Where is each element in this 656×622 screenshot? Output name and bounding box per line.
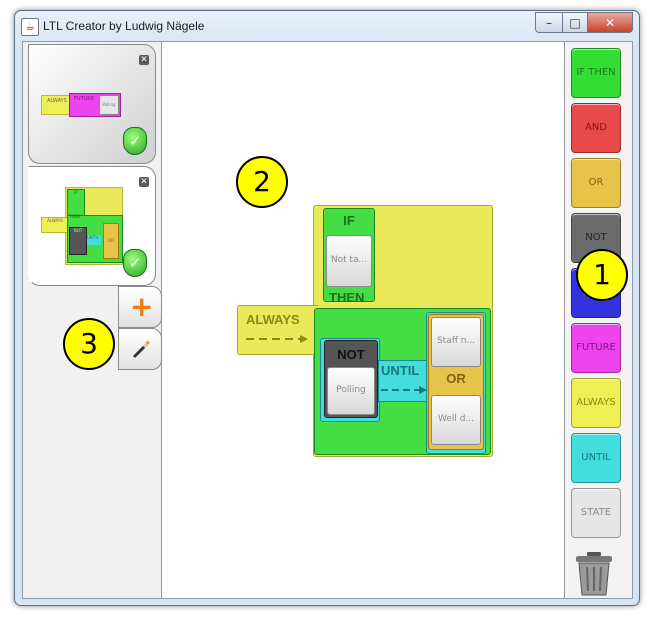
if-then-block[interactable]: IF Not ta... [323,208,375,302]
palette-and[interactable]: AND [571,103,621,153]
thumb-state: Polling [102,102,116,107]
thumb-future: FUTURE [74,96,94,102]
tab-close-icon[interactable]: ✕ [139,177,149,187]
always-label: ALWAYS [246,312,300,327]
title-bar: ☕ LTL Creator by Ludwig Nägele – □ ✕ [15,11,639,41]
magic-wand-icon: ✦ [132,339,152,359]
thumb-until: UNTIL [87,235,99,240]
formula-tab-1[interactable]: ✕ ALWAYS FUTURE Polling ✓ [28,44,156,164]
magic-wand-button[interactable]: ✦ [118,328,162,370]
thumb-not: NOT [73,228,83,233]
not-state-box[interactable]: Polling [327,367,375,415]
thumb-always: ALWAYS [47,98,67,104]
thumb-or: OR [108,238,114,243]
then-label: THEN [329,290,365,305]
plus-icon: + [130,290,154,323]
close-button[interactable]: ✕ [588,12,633,33]
formula-canvas[interactable]: ALWAYS IF Not ta... THEN NOT Polling UNT… [162,42,565,598]
thumb-then: THEN [69,214,80,219]
callout-2: 2 [236,156,288,208]
palette-always[interactable]: ALWAYS [571,378,621,428]
java-app-icon: ☕ [21,18,39,36]
window-title: LTL Creator by Ludwig Nägele [43,19,205,33]
callout-1: 1 [576,249,628,301]
minimize-button[interactable]: – [535,12,563,33]
operator-palette: IF THEN AND OR NOT NEXT FUTURE ALWAYS UN… [564,42,632,598]
thumb-always: ALWAYS [47,218,63,223]
thumb-if: IF [74,190,78,195]
palette-future[interactable]: FUTURE [571,323,621,373]
palette-state[interactable]: STATE [571,488,621,538]
or-inner: Staff n... OR Well d... [428,314,484,450]
or-state-box-1[interactable]: Staff n... [431,317,481,367]
dashed-arrow-icon [381,386,427,394]
if-state-box[interactable]: Not ta... [326,235,372,287]
always-connector: ALWAYS [237,305,318,355]
not-label: NOT [337,347,365,362]
palette-if-then[interactable]: IF THEN [571,48,621,98]
or-state-label-1: Staff n... [436,336,476,346]
callout-3: 3 [63,318,115,370]
trash-can-icon[interactable] [574,552,614,596]
app-window: ☕ LTL Creator by Ludwig Nägele – □ ✕ ✕ A… [14,10,640,606]
check-shield-icon: ✓ [123,249,147,277]
check-shield-icon: ✓ [123,127,147,155]
if-state-label: Not ta... [330,255,368,265]
svg-text:✦: ✦ [144,339,152,349]
or-label: OR [446,371,466,386]
tab-close-icon[interactable]: ✕ [139,55,149,65]
add-formula-button[interactable]: + [118,286,162,328]
dashed-arrow-icon [246,335,308,343]
maximize-button[interactable]: □ [563,12,588,33]
not-state-label: Polling [336,385,366,395]
formula-thumbnail: ALWAYS FUTURE Polling [41,93,123,117]
until-label: UNTIL [381,363,420,378]
until-block[interactable]: UNTIL [378,360,432,402]
client-area: ✕ ALWAYS FUTURE Polling ✓ ✕ ALWAYS IF TH… [22,41,633,599]
formula-thumbnail: ALWAYS IF THEN NOT UNTIL OR [41,187,123,265]
not-inner: NOT Polling [324,340,378,418]
palette-or[interactable]: OR [571,158,621,208]
formula-tab-2[interactable]: ✕ ALWAYS IF THEN NOT UNTIL OR ✓ [28,166,156,286]
palette-until[interactable]: UNTIL [571,433,621,483]
if-label: IF [343,213,355,228]
or-state-box-2[interactable]: Well d... [431,395,481,445]
or-state-label-2: Well d... [437,414,475,424]
